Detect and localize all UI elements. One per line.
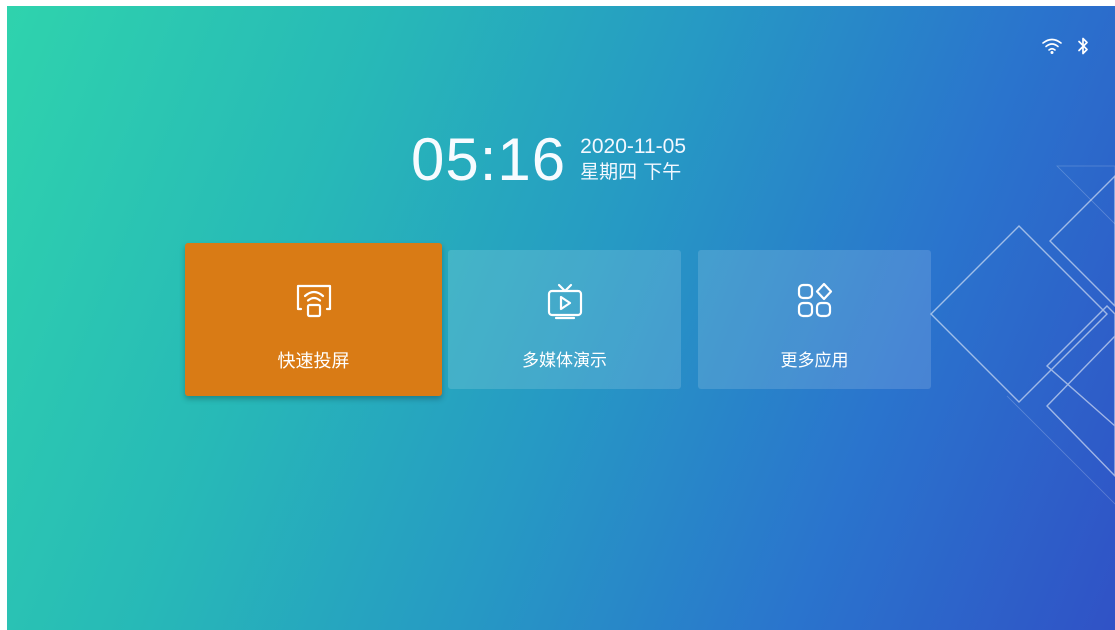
clock-date: 2020-11-05 (580, 135, 687, 158)
clock-time: 05:16 (411, 126, 567, 193)
multimedia-tile[interactable]: 多媒体演示 (448, 250, 681, 389)
more-apps-label: 更多应用 (780, 351, 849, 371)
clock-widget: 05:16 2020-11-05 星期四 下午 (411, 130, 686, 190)
apps-grid-icon (796, 282, 834, 324)
bluetooth-icon (1077, 36, 1089, 56)
quick-cast-tile[interactable]: 快速投屏 (185, 243, 442, 396)
tv-play-icon (546, 282, 584, 324)
quick-cast-label: 快速投屏 (277, 351, 350, 372)
more-apps-tile[interactable]: 更多应用 (698, 250, 931, 389)
status-bar (1041, 36, 1089, 56)
launcher-home-screen: 05:16 2020-11-05 星期四 下午 快速投屏 多媒体演示 更多应用 (7, 6, 1115, 630)
date-block: 2020-11-05 星期四 下午 (580, 135, 686, 185)
multimedia-label: 多媒体演示 (522, 351, 607, 371)
wifi-icon (1041, 37, 1063, 55)
screen-cast-icon (294, 281, 334, 325)
clock-weekday: 星期四 下午 (580, 161, 682, 183)
